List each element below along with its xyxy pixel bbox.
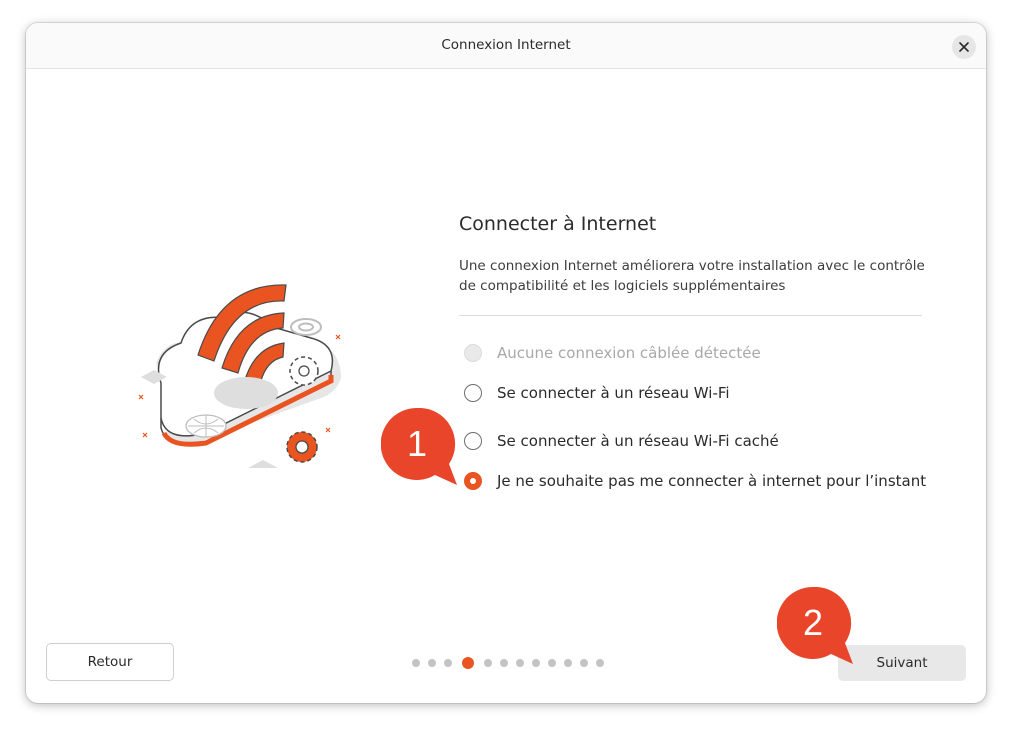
progress-dot bbox=[412, 659, 420, 667]
progress-dot bbox=[484, 659, 492, 667]
progress-dot bbox=[564, 659, 572, 667]
option-no-connection[interactable]: Je ne souhaite pas me connecter à intern… bbox=[464, 469, 926, 493]
callout-1: 1 bbox=[381, 408, 457, 485]
option-hidden-wifi[interactable]: Se connecter à un réseau Wi-Fi caché bbox=[464, 429, 779, 453]
close-button[interactable] bbox=[952, 35, 976, 59]
separator bbox=[459, 315, 922, 316]
callout-number: 2 bbox=[802, 602, 824, 643]
window-title: Connexion Internet bbox=[441, 37, 571, 53]
progress-dot bbox=[428, 659, 436, 667]
radio-button[interactable] bbox=[464, 344, 482, 362]
progress-dot bbox=[580, 659, 588, 667]
next-button[interactable]: Suivant bbox=[838, 645, 966, 681]
progress-dot bbox=[500, 659, 508, 667]
radio-button[interactable] bbox=[464, 472, 482, 490]
callout-2: 2 bbox=[777, 587, 853, 664]
progress-dots bbox=[412, 657, 612, 669]
back-button[interactable]: Retour bbox=[46, 643, 174, 681]
option-label: Je ne souhaite pas me connecter à intern… bbox=[497, 472, 927, 490]
progress-dot bbox=[596, 659, 604, 667]
title-bar: Connexion Internet bbox=[26, 23, 986, 69]
progress-dot bbox=[548, 659, 556, 667]
progress-dot bbox=[444, 659, 452, 667]
wifi-cloud-illustration bbox=[138, 284, 341, 468]
radio-button[interactable] bbox=[464, 384, 482, 402]
option-label: Se connecter à un réseau Wi-Fi caché bbox=[497, 432, 779, 450]
progress-dot-current bbox=[462, 657, 474, 669]
option-label: Se connecter à un réseau Wi-Fi bbox=[497, 384, 730, 402]
page-heading: Connecter à Internet bbox=[459, 213, 657, 235]
radio-button[interactable] bbox=[464, 432, 482, 450]
callout-number: 1 bbox=[406, 423, 428, 464]
option-label: Aucune connexion câblée détectée bbox=[497, 344, 761, 362]
page-description: Une connexion Internet améliorera votre … bbox=[459, 258, 925, 294]
progress-dot bbox=[532, 659, 540, 667]
close-icon bbox=[959, 42, 969, 52]
progress-dot bbox=[516, 659, 524, 667]
option-wired[interactable]: Aucune connexion câblée détectée bbox=[464, 341, 761, 365]
option-wifi[interactable]: Se connecter à un réseau Wi-Fi bbox=[464, 381, 730, 405]
